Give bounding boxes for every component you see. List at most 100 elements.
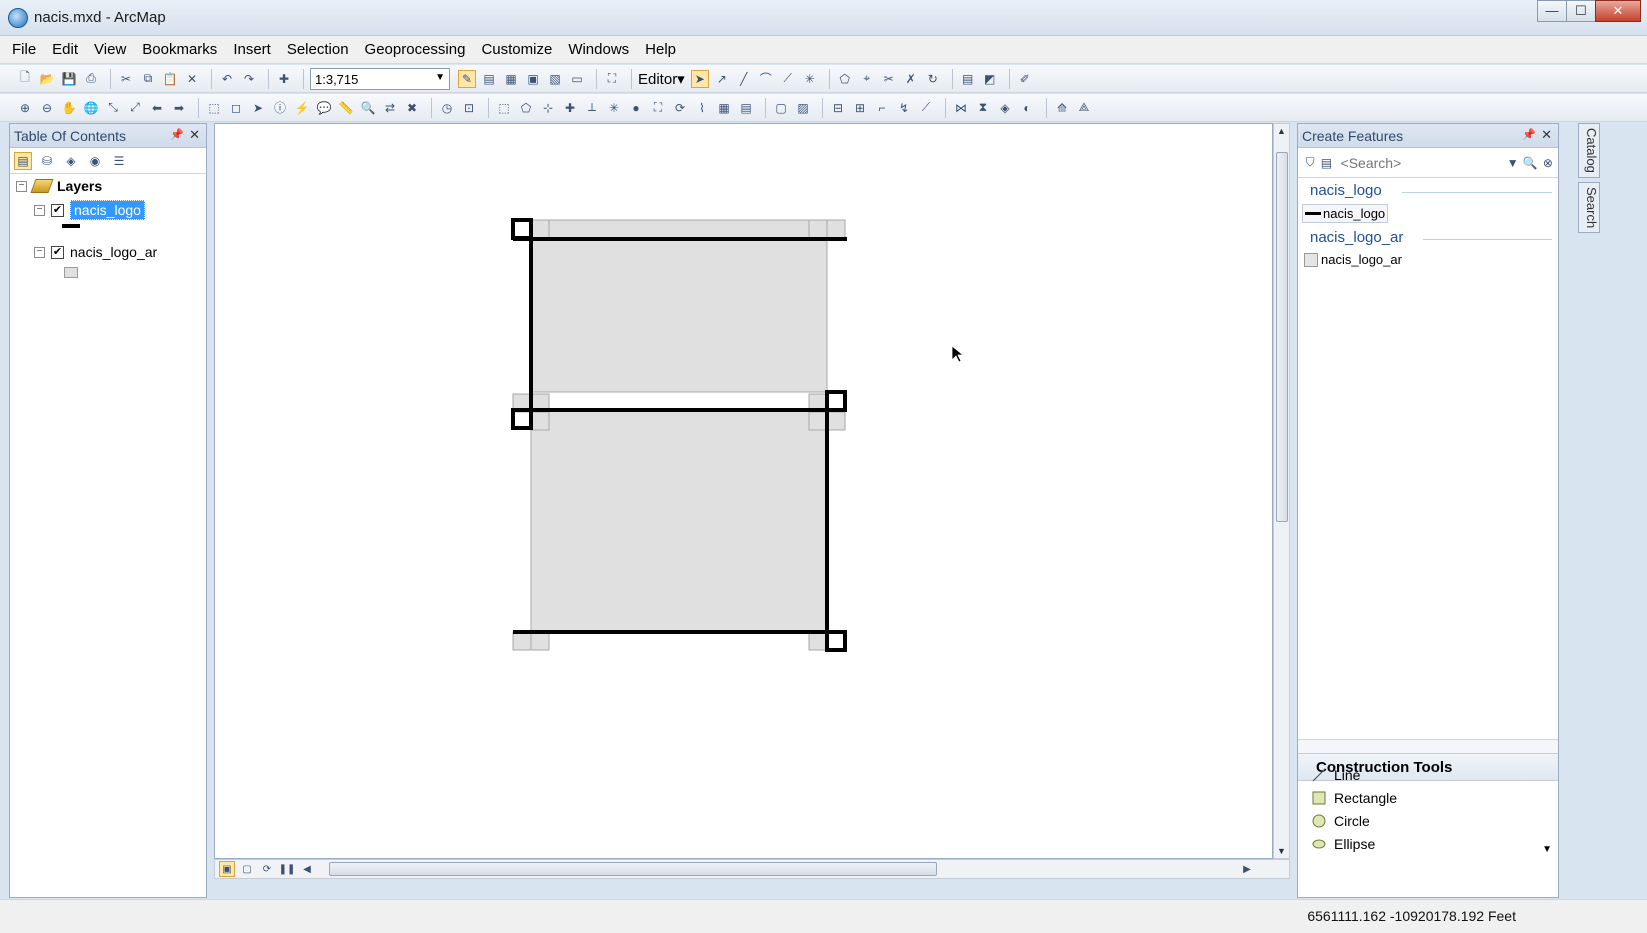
construction-tool-circle[interactable]: Circle (1312, 813, 1370, 829)
collapse-icon[interactable]: − (16, 180, 27, 192)
construction-tool-ellipse[interactable]: Ellipse (1312, 836, 1375, 852)
pane-splitter[interactable] (1298, 739, 1558, 753)
find-icon[interactable]: 🔍 (359, 99, 377, 117)
attributes-icon[interactable]: ▤ (959, 70, 977, 88)
cut-icon[interactable]: ✂ (117, 70, 135, 88)
construction-tool-line[interactable]: Line (1312, 767, 1360, 783)
scroll-down-icon[interactable]: ▼ (1277, 846, 1286, 856)
menu-bookmarks[interactable]: Bookmarks (142, 41, 217, 58)
delete-icon[interactable]: ✕ (183, 70, 201, 88)
topology-icon[interactable]: ⬚ (495, 99, 513, 117)
layer-name[interactable]: nacis_logo (70, 200, 145, 220)
back-extent-icon[interactable]: ⬅ (148, 99, 166, 117)
sketch-properties-icon[interactable]: ◩ (981, 70, 999, 88)
list-by-drawing-order-icon[interactable]: ▤ (14, 151, 32, 170)
menu-windows[interactable]: Windows (568, 41, 629, 58)
arctoolbox-icon[interactable]: ▧ (546, 70, 564, 88)
layer-nacis-logo-ar[interactable]: − ✔ nacis_logo_ar (34, 244, 157, 260)
explode-icon[interactable]: ⧗ (974, 99, 992, 117)
search-window-icon[interactable]: ▣ (524, 70, 542, 88)
copy-icon[interactable]: ⧉ (139, 70, 157, 88)
search-tab[interactable]: Search (1578, 181, 1600, 234)
grid-icon[interactable]: ▦ (715, 99, 733, 117)
refresh-map-icon[interactable]: ⟳ (671, 99, 689, 117)
select-features-icon[interactable]: ⬚ (205, 99, 223, 117)
snap-icon[interactable]: ⊹ (539, 99, 557, 117)
refresh-view-icon[interactable]: ⟳ (259, 861, 275, 877)
clear-selection-icon[interactable]: ◻ (227, 99, 245, 117)
extend-icon[interactable]: ↯ (895, 99, 913, 117)
pan-icon[interactable]: ✋ (60, 99, 78, 117)
measure-icon[interactable]: 📏 (337, 99, 355, 117)
collapse-icon[interactable]: − (34, 246, 45, 258)
template-nacis-logo[interactable]: nacis_logo (1302, 204, 1389, 223)
scroll-down-icon[interactable]: ▼ (1542, 844, 1552, 855)
map-display[interactable] (214, 123, 1273, 859)
polygon-symbol-icon[interactable] (64, 267, 78, 278)
generalize-tool-icon[interactable]: ◈ (996, 99, 1014, 117)
full-extent-icon[interactable]: 🌐 (82, 99, 100, 117)
edit-tool-icon[interactable]: ➤ (690, 69, 709, 88)
open-folder-icon[interactable]: 📂 (38, 70, 56, 88)
sketch-tool-icon[interactable]: ✳ (605, 99, 623, 117)
select-elements-icon[interactable]: ➤ (249, 99, 267, 117)
trace-icon[interactable]: ⟋ (779, 70, 797, 88)
end-point-arc-icon[interactable]: ⌒ (757, 70, 775, 88)
scroll-up-icon[interactable]: ▲ (1277, 126, 1286, 136)
polygon-feature-bottom[interactable] (530, 409, 828, 633)
fillet-icon[interactable]: ⌐ (873, 99, 891, 117)
layout-view-icon[interactable]: ▢ (239, 861, 255, 877)
python-window-icon[interactable]: ▭ (568, 70, 586, 88)
minimize-button[interactable]: — (1537, 0, 1567, 22)
pin-icon[interactable]: 📌 (1522, 128, 1536, 141)
template-nacis-logo-ar[interactable]: nacis_logo_ar (1302, 251, 1404, 268)
search-icon[interactable]: 🔍 (1523, 154, 1538, 172)
advanced-editing-icon[interactable]: ⊟ (829, 99, 847, 117)
menu-file[interactable]: File (12, 41, 36, 58)
layer-name[interactable]: nacis_logo_ar (70, 244, 157, 260)
map-canvas[interactable] (215, 124, 1272, 858)
identify-icon[interactable]: ⓘ (271, 99, 289, 117)
copy-features-icon[interactable]: ⊞ (851, 99, 869, 117)
smooth-icon[interactable]: ◐ (1018, 99, 1036, 117)
pause-drawing-icon[interactable]: ❚❚ (279, 861, 296, 877)
model-builder-icon[interactable]: ⛶ (603, 70, 621, 88)
map-vertical-scrollbar[interactable]: ▲ ▼ (1273, 123, 1290, 859)
tracing-icon[interactable]: ▨ (794, 99, 812, 117)
find-route-icon[interactable]: ⇄ (381, 99, 399, 117)
collapse-icon[interactable]: − (34, 204, 45, 216)
split-icon[interactable]: ✗ (902, 70, 920, 88)
organize-templates-icon[interactable]: ▤ (1320, 154, 1332, 172)
construction-tool-rectangle[interactable]: Rectangle (1312, 790, 1397, 806)
table-of-contents-icon[interactable]: ▤ (480, 70, 498, 88)
list-by-visibility-icon[interactable]: ◈ (62, 152, 80, 170)
reshape-icon[interactable]: ⌖ (858, 70, 876, 88)
print-icon[interactable]: ⎙ (82, 70, 100, 88)
time-slider-icon[interactable]: ◷ (438, 99, 456, 117)
menu-help[interactable]: Help (645, 41, 676, 58)
georef-icon[interactable]: ⛶ (649, 99, 667, 117)
catalog-window-icon[interactable]: ▦ (502, 70, 520, 88)
template-search-input[interactable] (1336, 151, 1507, 174)
paste-icon[interactable]: 📋 (161, 70, 179, 88)
editor-menu-button[interactable]: Editor▾ (638, 70, 685, 88)
fixed-zoom-out-icon[interactable]: ⤢ (126, 99, 144, 117)
new-document-icon[interactable]: 🗋 (16, 70, 34, 88)
edit-vertices-icon[interactable]: ⬠ (836, 70, 854, 88)
catalog-tab[interactable]: Catalog (1578, 123, 1600, 178)
scroll-right-icon[interactable]: ▶ (1239, 861, 1255, 877)
filter-icon[interactable]: ⛉ (1304, 154, 1316, 172)
scroll-left-icon[interactable]: ◀ (299, 861, 315, 877)
hyperlink-icon[interactable]: ⚡ (293, 99, 311, 117)
menu-insert[interactable]: Insert (233, 41, 271, 58)
forward-extent-icon[interactable]: ➡ (170, 99, 188, 117)
spatial-adjust-icon[interactable]: ⟰ (1053, 99, 1071, 117)
add-data-icon[interactable]: ✚ (275, 70, 293, 88)
html-popup-icon[interactable]: 💬 (315, 99, 333, 117)
align-edge-icon[interactable]: ⟁ (1075, 99, 1093, 117)
line-symbol-icon[interactable] (62, 224, 80, 228)
menu-view[interactable]: View (94, 41, 126, 58)
vertex-edit-icon[interactable]: ⬠ (517, 99, 535, 117)
clear-search-icon[interactable]: ⊗ (1542, 154, 1554, 172)
menu-geoprocessing[interactable]: Geoprocessing (365, 41, 466, 58)
